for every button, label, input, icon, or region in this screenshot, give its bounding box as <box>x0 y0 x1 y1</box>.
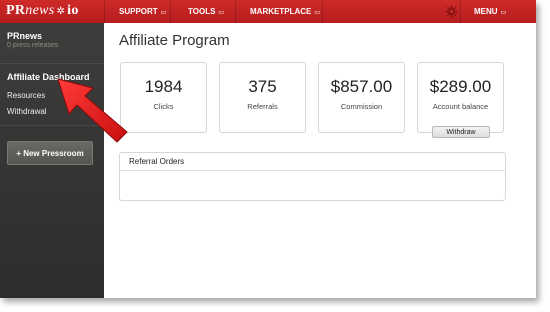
sidebar-divider <box>0 63 104 64</box>
nav-divider <box>104 0 105 23</box>
stat-label: Clicks <box>153 102 174 111</box>
stat-card-commission: $857.00 Commission <box>318 62 405 133</box>
panel-title: Referral Orders <box>129 157 185 166</box>
panel-header: Referral Orders <box>120 153 505 171</box>
stat-value: $289.00 <box>429 77 492 96</box>
dropdown-icon: ▭ <box>500 10 507 16</box>
stat-value: 375 <box>248 77 277 96</box>
nav-support[interactable]: SUPPORT ▭ <box>119 0 166 23</box>
nav-tools[interactable]: TOOLS ▭ <box>188 0 224 23</box>
logo-star-icon: ✲ <box>56 6 66 17</box>
stat-value: 1984 <box>144 77 183 96</box>
dropdown-icon: ▭ <box>218 10 225 16</box>
gear-icon[interactable] <box>445 5 458 18</box>
stat-value: $857.00 <box>330 77 393 96</box>
sidebar: PRnews 0 press releases Affiliate Dashbo… <box>0 23 104 298</box>
account-name[interactable]: PRnews <box>7 31 42 41</box>
stat-label: Account balance <box>432 102 489 111</box>
sidebar-item-resources[interactable]: Resources <box>7 91 45 100</box>
referral-orders-panel: Referral Orders <box>119 152 506 201</box>
sidebar-item-affiliate-dashboard[interactable]: Affiliate Dashboard <box>7 72 90 82</box>
stat-card-account-balance: $289.00 Account balance <box>417 62 504 133</box>
page-title: Affiliate Program <box>119 32 230 49</box>
stat-label: Referrals <box>247 102 278 111</box>
new-pressroom-button[interactable]: + New Pressroom <box>7 141 93 165</box>
stat-card-referrals: 375 Referrals <box>219 62 306 133</box>
menu-button[interactable]: MENU ▭ <box>474 0 506 23</box>
nav-divider <box>170 0 171 23</box>
nav-divider <box>322 0 323 23</box>
top-navigation-bar: PRnews ✲ io SUPPORT ▭ TOOLS ▭ MARKETPLACE ▭ <box>0 0 536 23</box>
press-release-count: 0 press releases <box>7 42 59 49</box>
app-window: PRnews ✲ io SUPPORT ▭ TOOLS ▭ MARKETPLACE ▭ <box>0 0 536 298</box>
sidebar-item-withdrawal[interactable]: Withdrawal <box>7 107 47 116</box>
stat-label: Commission <box>340 102 383 111</box>
dropdown-icon: ▭ <box>314 10 321 16</box>
nav-marketplace[interactable]: MARKETPLACE ▭ <box>250 0 320 23</box>
nav-divider <box>235 0 236 23</box>
withdraw-button[interactable]: Withdraw <box>432 126 490 138</box>
nav-divider <box>460 0 461 23</box>
sidebar-divider <box>0 125 104 126</box>
dropdown-icon: ▭ <box>160 10 167 16</box>
prnews-logo[interactable]: PRnews ✲ io <box>6 3 102 20</box>
stat-card-clicks: 1984 Clicks <box>120 62 207 133</box>
